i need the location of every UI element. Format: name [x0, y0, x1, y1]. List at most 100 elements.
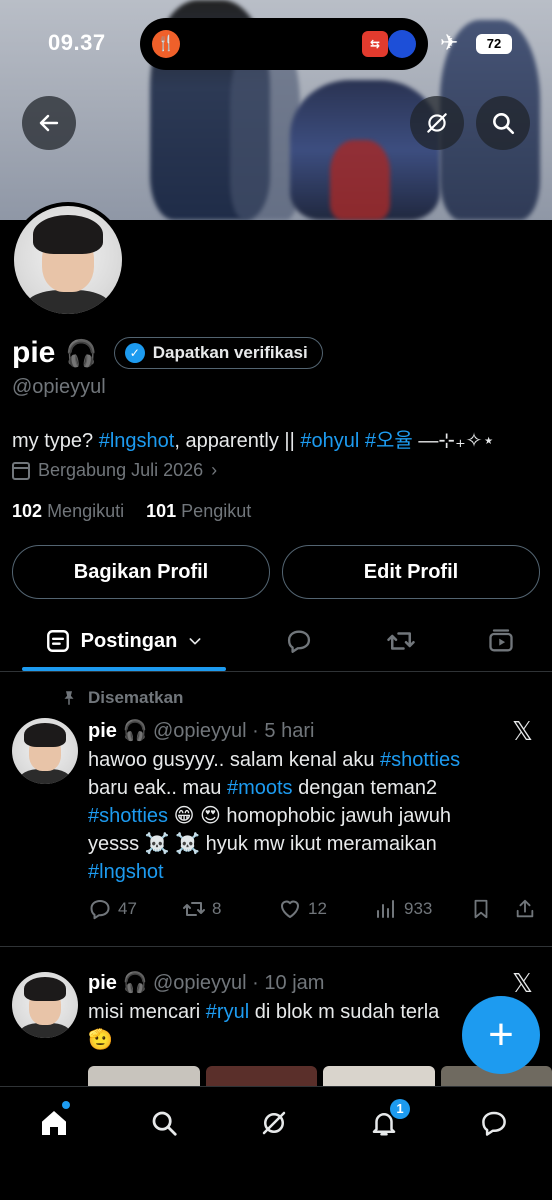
headphones-emoji: 🎧: [122, 972, 148, 994]
post-avatar[interactable]: [12, 718, 78, 784]
reply-icon: [287, 630, 311, 653]
search-icon: [152, 1111, 177, 1136]
tab-media[interactable]: [486, 626, 516, 656]
hashtag-link[interactable]: #lngshot: [99, 430, 175, 452]
post-author-name[interactable]: pie: [88, 720, 117, 742]
chevron-right-icon: ›: [211, 460, 218, 480]
post-author-name[interactable]: pie: [88, 972, 117, 994]
joined-label: Bergabung Juli 2026: [38, 460, 204, 480]
post-text: 😁 😍 homophobic jawuh jawuh: [168, 805, 452, 827]
hashtag-link[interactable]: #moots: [227, 777, 293, 799]
media-thumbnail[interactable]: [323, 1066, 435, 1086]
meta-separator: ·: [246, 972, 265, 994]
followers-label: Pengikut: [181, 501, 252, 521]
plus-icon: +: [488, 1010, 514, 1059]
post-body[interactable]: misi mencari #ryul di blok m sudah terla…: [88, 998, 508, 1054]
nav-search[interactable]: [144, 1103, 184, 1143]
battery-indicator: 72: [476, 34, 512, 54]
notification-badge: 1: [390, 1099, 410, 1119]
home-notification-dot: [62, 1101, 70, 1109]
hashtag-link[interactable]: #오율: [365, 430, 413, 452]
tab-replies[interactable]: [284, 626, 314, 656]
dynamic-island[interactable]: 🍴 ⇆: [140, 18, 428, 70]
hashtag-link[interactable]: #ryul: [206, 1001, 249, 1023]
compose-button[interactable]: +: [462, 996, 540, 1074]
post-time[interactable]: 10 jam: [264, 972, 324, 994]
get-verified-label: Dapatkan verifikasi: [152, 343, 308, 362]
tab-posts[interactable]: Postingan: [22, 612, 226, 670]
post-author-handle[interactable]: @opieyyul: [153, 720, 247, 742]
x-logo-icon: 𝕏: [512, 968, 533, 998]
hashtag-link[interactable]: #lngshot: [88, 861, 164, 883]
tab-posts-label: Postingan: [80, 629, 178, 652]
following-link[interactable]: 102 Mengikuti: [12, 501, 124, 522]
nav-home[interactable]: [34, 1103, 74, 1143]
pinned-label: Disematkan: [88, 688, 184, 707]
nav-grok[interactable]: [254, 1103, 294, 1143]
bio-text: , apparently ||: [174, 430, 301, 452]
like-count: 12: [308, 899, 327, 918]
share-button[interactable]: [514, 897, 542, 921]
media-thumbnail[interactable]: [205, 1066, 317, 1086]
profile-tabs: Postingan: [0, 612, 552, 672]
nav-messages[interactable]: [474, 1103, 514, 1143]
hashtag-link[interactable]: #shotties: [88, 805, 168, 827]
search-button[interactable]: [476, 96, 530, 150]
avatar-hair: [23, 723, 67, 748]
post-text: dengan teman2: [292, 777, 438, 799]
post-line: 🫡: [88, 1029, 113, 1051]
avatar-shirt: [24, 290, 112, 314]
media-thumbnail[interactable]: [88, 1066, 200, 1086]
messages-icon: [482, 1111, 506, 1136]
profile-bio: my type? #lngshot, apparently || #ohyul …: [12, 424, 495, 453]
post-line: misi mencari #ryul di blok m sudah terla: [88, 998, 508, 1026]
status-bar: 09.37 🍴 ⇆ ✈ 72: [0, 0, 552, 90]
get-verified-button[interactable]: ✓ Dapatkan verifikasi: [113, 337, 323, 369]
meta-separator: ·: [246, 720, 265, 742]
share-icon: [516, 899, 534, 918]
post-header: pie 🎧 @opieyyul · 5 hari: [88, 718, 314, 743]
repost-icon: [387, 632, 415, 650]
post-author-handle[interactable]: @opieyyul: [153, 972, 247, 994]
pinned-indicator: Disematkan: [60, 688, 183, 708]
post-time[interactable]: 5 hari: [264, 720, 314, 742]
status-time: 09.37: [48, 30, 106, 55]
profile-avatar[interactable]: [10, 202, 126, 318]
repost-button[interactable]: 8: [182, 897, 221, 921]
views-button[interactable]: 933: [374, 897, 432, 921]
edit-profile-button[interactable]: Edit Profil: [282, 545, 540, 599]
post-line: #lngshot: [88, 858, 508, 886]
delivery-app-icon: ⇆: [362, 31, 388, 57]
avatar-shirt: [18, 769, 72, 784]
bottom-navigation: 1: [0, 1086, 552, 1200]
like-button[interactable]: 12: [278, 897, 327, 921]
avatar-image: [14, 206, 122, 314]
post-avatar[interactable]: [12, 972, 78, 1038]
following-label: Mengikuti: [47, 501, 125, 521]
grok-icon: [427, 113, 447, 133]
bookmark-button[interactable]: [470, 897, 498, 921]
avatar-hair: [33, 214, 103, 254]
hashtag-link[interactable]: #ohyul: [300, 430, 359, 452]
post-body[interactable]: hawoo gusyyy.. salam kenal aku #shotties…: [88, 746, 508, 886]
post-text: hawoo gusyyy.. salam kenal aku: [88, 749, 381, 771]
post-text: di blok m sudah terla: [249, 1001, 440, 1023]
grok-button[interactable]: [410, 96, 464, 150]
joined-date[interactable]: Bergabung Juli 2026 ›: [12, 460, 217, 481]
headphones-emoji: 🎧: [65, 337, 98, 368]
following-count: 102: [12, 501, 43, 521]
banner-figure: [330, 140, 390, 220]
share-profile-button[interactable]: Bagikan Profil: [12, 545, 270, 599]
reply-count: 47: [118, 899, 137, 918]
reply-button[interactable]: 47: [88, 897, 137, 921]
tab-reposts[interactable]: [386, 626, 416, 656]
avatar-hair: [23, 977, 67, 1002]
follow-stats: 102 Mengikuti 101 Pengikut: [12, 501, 251, 522]
search-icon: [493, 113, 515, 135]
back-button[interactable]: [22, 96, 76, 150]
post-text: misi mencari: [88, 1001, 206, 1023]
calendar-icon: [12, 461, 30, 480]
followers-link[interactable]: 101 Pengikut: [146, 501, 251, 522]
view-count: 933: [404, 899, 433, 918]
hashtag-link[interactable]: #shotties: [380, 749, 460, 771]
